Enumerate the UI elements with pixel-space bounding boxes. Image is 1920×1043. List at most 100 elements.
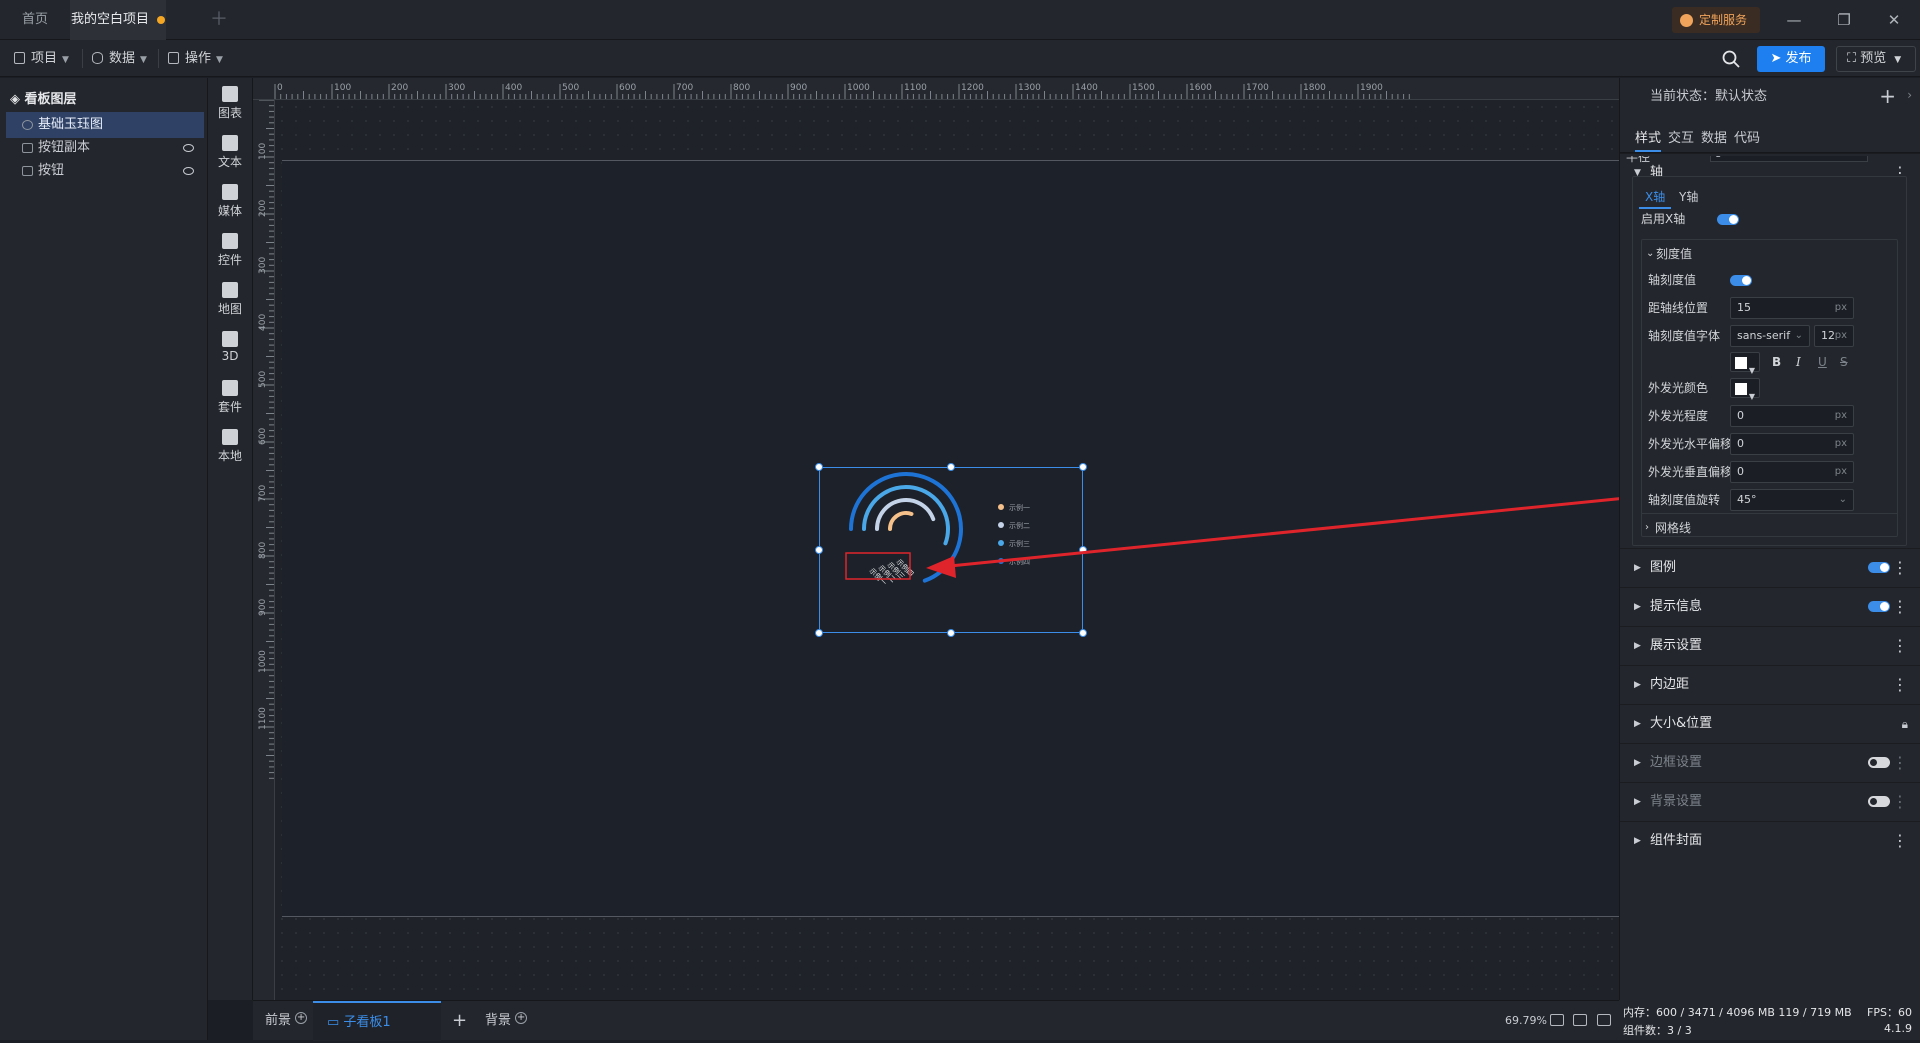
- bold-icon[interactable]: B: [1772, 348, 1781, 376]
- divider: [158, 49, 159, 68]
- component-map[interactable]: 地图: [208, 274, 252, 324]
- tab-sub-board[interactable]: ▭ 子看板1: [313, 1001, 441, 1041]
- legend-toggle[interactable]: [1868, 562, 1890, 573]
- glow-v-input[interactable]: 0 px: [1730, 461, 1854, 483]
- color-swatch: [1735, 357, 1747, 369]
- keyboard-icon[interactable]: [1573, 1014, 1587, 1026]
- add-icon[interactable]: +: [515, 1012, 528, 1024]
- section-border[interactable]: ▶ 边框设置 ⋮: [1620, 743, 1920, 781]
- underline-icon[interactable]: U: [1818, 348, 1827, 376]
- font-color-picker[interactable]: ▼: [1730, 352, 1760, 375]
- strikethrough-icon[interactable]: S: [1840, 348, 1848, 376]
- tab-style[interactable]: 样式: [1635, 126, 1662, 152]
- rotate-select[interactable]: 45° ⌄: [1730, 489, 1854, 511]
- section-legend[interactable]: ▶ 图例 ⋮: [1620, 548, 1920, 586]
- tab-data[interactable]: 数据: [1701, 126, 1727, 152]
- tick-value-row: 轴刻度值: [1642, 266, 1915, 294]
- border-toggle[interactable]: [1868, 757, 1890, 768]
- add-tab-button[interactable]: ＋: [210, 0, 228, 40]
- component-text[interactable]: 文本: [208, 127, 252, 177]
- menu-data[interactable]: 数据 ▼: [92, 40, 147, 77]
- fit-screen-icon[interactable]: [1550, 1014, 1564, 1026]
- menu-operation[interactable]: 操作 ▼: [168, 40, 223, 77]
- resize-handle[interactable]: [815, 463, 823, 471]
- resize-handle[interactable]: [947, 463, 955, 471]
- component-3d[interactable]: 3D: [208, 323, 252, 373]
- layer-item[interactable]: 按钮: [6, 158, 204, 184]
- section-display[interactable]: ▶ 展示设置 ⋮: [1620, 626, 1920, 664]
- lock-icon[interactable]: 🔒︎: [1902, 705, 1908, 743]
- more-icon[interactable]: ⋮: [1892, 744, 1908, 782]
- section-cover[interactable]: ▶ 组件封面 ⋮: [1620, 821, 1920, 859]
- tab-label: 首页: [21, 12, 48, 27]
- visibility-icon[interactable]: [183, 144, 194, 152]
- add-icon[interactable]: +: [295, 1012, 308, 1024]
- caret-right-icon: ▶: [1634, 758, 1641, 768]
- zoom-level[interactable]: 69.79%: [1505, 1001, 1547, 1041]
- chevron-right-icon[interactable]: ›: [1907, 88, 1912, 102]
- section-background[interactable]: ▶ 背景设置 ⋮: [1620, 782, 1920, 820]
- section-tooltip[interactable]: ▶ 提示信息 ⋮: [1620, 587, 1920, 625]
- component-control[interactable]: 控件: [208, 225, 252, 275]
- tooltip-toggle[interactable]: [1868, 601, 1890, 612]
- glow-color-picker[interactable]: ▼: [1730, 378, 1760, 401]
- distance-input[interactable]: 15 px: [1730, 297, 1854, 319]
- component-local[interactable]: 本地: [208, 421, 252, 471]
- ruler-label: 300: [448, 83, 465, 93]
- close-button[interactable]: ✕: [1874, 0, 1914, 40]
- tick-group-header[interactable]: ⌄ 刻度值: [1642, 240, 1915, 268]
- divider: [82, 49, 83, 68]
- italic-icon[interactable]: I: [1796, 348, 1801, 376]
- resize-handle[interactable]: [1079, 546, 1087, 554]
- tab-code[interactable]: 代码: [1734, 126, 1760, 152]
- more-icon[interactable]: ⋮: [1892, 588, 1908, 626]
- glow-level-input[interactable]: 0 px: [1730, 405, 1854, 427]
- component-media[interactable]: 媒体: [208, 176, 252, 226]
- more-icon[interactable]: ⋮: [1892, 549, 1908, 587]
- background-toggle[interactable]: [1868, 796, 1890, 807]
- glow-h-input[interactable]: 0 px: [1730, 433, 1854, 455]
- font-size-input[interactable]: 12 px: [1814, 325, 1854, 347]
- tab-home[interactable]: 首页: [0, 0, 70, 40]
- component-chart[interactable]: 图表: [208, 78, 252, 128]
- section-size-position[interactable]: ▶ 大小&位置 🔒︎: [1620, 704, 1920, 742]
- section-padding[interactable]: ▶ 内边距 ⋮: [1620, 665, 1920, 703]
- more-icon[interactable]: ⋮: [1892, 783, 1908, 821]
- layer-front[interactable]: 前景 +: [265, 1001, 308, 1041]
- layer-back[interactable]: 背景 +: [485, 1001, 528, 1041]
- restore-button[interactable]: ❐: [1824, 0, 1864, 40]
- preview-button[interactable]: ⛶ 预览 ▼: [1836, 46, 1916, 72]
- chevron-down-icon: ▼: [216, 55, 223, 65]
- resize-handle[interactable]: [815, 546, 823, 554]
- kit-icon: [222, 380, 238, 396]
- enable-x-toggle[interactable]: [1717, 214, 1739, 225]
- add-board-button[interactable]: +: [452, 1001, 467, 1041]
- chevron-down-icon: ▼: [1894, 55, 1902, 65]
- tick-value-toggle[interactable]: [1730, 275, 1752, 286]
- more-icon[interactable]: ⋮: [1892, 627, 1908, 665]
- group-label: 网格线: [1655, 521, 1692, 535]
- custom-service-button[interactable]: 定制服务: [1672, 7, 1760, 33]
- resize-handle[interactable]: [1079, 629, 1087, 637]
- tab-project[interactable]: 我的空白项目: [70, 0, 166, 40]
- resize-handle[interactable]: [1079, 463, 1087, 471]
- minimize-button[interactable]: —: [1774, 0, 1814, 40]
- tab-interaction[interactable]: 交互: [1668, 126, 1694, 152]
- grid-row[interactable]: › 网格线: [1641, 513, 1898, 541]
- menu-project[interactable]: 项目 ▼: [14, 40, 69, 77]
- unit-label: px: [1834, 330, 1847, 341]
- resize-handle[interactable]: [815, 629, 823, 637]
- component-count: 组件数：3 / 3: [1623, 1024, 1692, 1037]
- terminal-icon[interactable]: [1597, 1014, 1611, 1026]
- section-label: 大小&位置: [1650, 716, 1713, 731]
- more-icon[interactable]: ⋮: [1892, 822, 1908, 860]
- component-kit[interactable]: 套件: [208, 372, 252, 422]
- font-select[interactable]: sans-serif ⌄: [1730, 325, 1810, 347]
- visibility-icon[interactable]: [183, 167, 194, 175]
- input-value: 0: [1737, 409, 1744, 422]
- more-icon[interactable]: ⋮: [1892, 666, 1908, 704]
- resize-handle[interactable]: [947, 629, 955, 637]
- search-icon[interactable]: [1721, 49, 1741, 69]
- add-state-button[interactable]: +: [1879, 86, 1896, 106]
- publish-button[interactable]: ➤ 发布: [1757, 46, 1825, 72]
